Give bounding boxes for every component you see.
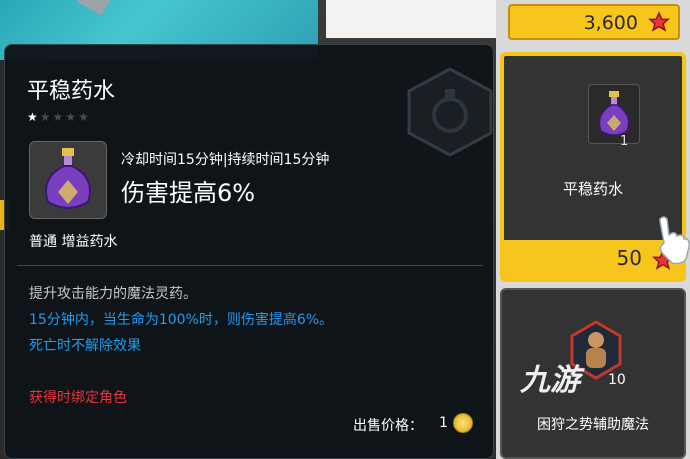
item-title: 平稳药水 [27,79,116,104]
hexagon-potion-emblem-icon [407,67,493,157]
bind-notice: 获得时绑定角色 [29,390,127,406]
star-empty-icon: ★ [78,110,89,124]
item-price-value: 50 [616,246,642,270]
description-text: 提升攻击能力的魔法灵药。 [29,286,197,302]
red-star-icon [648,11,670,32]
sell-price-value: 1 [439,415,448,431]
category-text: 普通 增益药水 [29,234,118,250]
item-name: 平稳药水 [562,180,623,198]
cooldown-text: 冷却时间15分钟|持续时间15分钟 [121,152,330,168]
item-rarity-stars: ★ ★ ★ ★ ★ [27,111,89,123]
star-empty-icon: ★ [52,110,64,124]
potion-icon [45,148,91,209]
item-slot [588,84,640,144]
watermark-logo: 九游 [520,363,580,398]
effect-text: 伤害提高6% [121,179,256,207]
top-price-value: 3,600 [583,12,638,34]
detail-line-2: 死亡时不解除效果 [29,338,141,354]
star-filled-icon: ★ [27,110,38,124]
item-quantity: 10 [608,372,626,388]
sell-price-label: 出售价格： [353,418,423,434]
star-empty-icon: ★ [65,110,77,124]
middle-white-strip [326,0,496,38]
coin-icon [453,413,473,433]
pointer-hand-icon [659,216,690,265]
detail-line-1: 15分钟内，当生命为100%时，则伤害提高6%。 [29,312,334,328]
top-price-button[interactable]: 3,600 [508,4,680,40]
item-quantity: 1 [620,134,629,149]
item-name: 困狩之势辅助魔法 [537,417,649,433]
potion-icon [598,91,630,136]
divider [17,265,483,266]
item-tooltip: 平稳药水 ★ ★ ★ ★ ★ 冷却时间15分钟|持续时间15分钟 伤害提高6% … [4,44,494,459]
star-empty-icon: ★ [39,110,51,124]
item-icon-box [29,141,107,219]
